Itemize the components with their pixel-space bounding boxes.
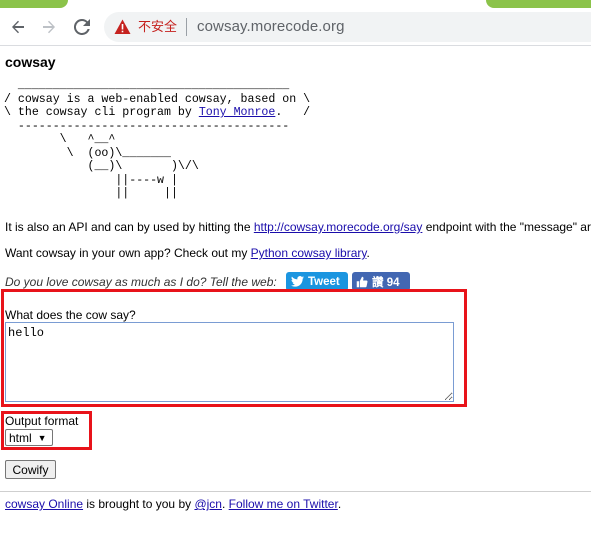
cow-say-label: What does the cow say? xyxy=(5,308,136,322)
library-text: Want cowsay in your own app? Check out m… xyxy=(5,246,251,260)
share-prompt: Do you love cowsay as much as I do? Tell… xyxy=(5,275,277,289)
address-bar[interactable]: 不安全 cowsay.morecode.org xyxy=(104,12,591,42)
cowsay-online-link[interactable]: cowsay Online xyxy=(5,497,83,511)
thumbs-up-icon xyxy=(356,276,368,287)
chevron-down-icon: ▼ xyxy=(37,432,47,443)
footer: cowsay Online is brought to you by @jcn.… xyxy=(5,497,341,511)
insecure-label[interactable]: 不安全 xyxy=(138,19,177,35)
cow-line: \ (oo)\_______ xyxy=(4,146,171,160)
library-paragraph: Want cowsay in your own app? Check out m… xyxy=(5,246,370,260)
api-link[interactable]: http://cowsay.morecode.org/say xyxy=(254,220,423,234)
forward-button[interactable] xyxy=(38,16,60,38)
reload-icon xyxy=(74,19,90,35)
api-text-tail: endpoint with the "message" ar xyxy=(422,220,591,234)
back-button[interactable] xyxy=(7,16,29,38)
cow-line: \ the cowsay cli program by xyxy=(4,106,199,119)
cow-line: (__)\ )\/\ xyxy=(4,160,199,173)
cow-line: --------------------------------------- xyxy=(4,119,290,133)
library-text-tail: . xyxy=(366,246,370,260)
footer-text: is brought to you by xyxy=(83,497,195,511)
url-text[interactable]: cowsay.morecode.org xyxy=(197,18,345,36)
footer-text: . xyxy=(337,497,342,511)
output-format-label: Output format xyxy=(5,414,79,428)
page-title: cowsay xyxy=(5,54,56,70)
warning-icon[interactable] xyxy=(114,19,131,35)
jcn-link[interactable]: @jcn xyxy=(194,497,222,511)
footer-divider xyxy=(0,491,591,492)
python-library-link[interactable]: Python cowsay library xyxy=(251,246,367,260)
forward-arrow-icon xyxy=(43,20,55,34)
back-arrow-icon xyxy=(12,20,24,34)
cow-ascii-art: _______________________________________ … xyxy=(4,79,310,201)
api-text: It is also an API and can by used by hit… xyxy=(5,220,254,234)
output-format-select[interactable]: html ▼ xyxy=(5,429,53,446)
twitter-follow-link[interactable]: Follow me on Twitter xyxy=(229,497,338,511)
tab-strip xyxy=(0,0,591,8)
api-paragraph: It is also an API and can by used by hit… xyxy=(5,220,591,234)
cow-line: . / xyxy=(275,106,311,119)
browser-tab-left[interactable] xyxy=(0,0,68,8)
tweet-label: Tweet xyxy=(308,275,340,288)
footer-text: . xyxy=(221,497,229,511)
cow-line: ||----w | xyxy=(4,173,178,187)
browser-tab-right[interactable] xyxy=(486,0,591,8)
cow-line: _______________________________________ xyxy=(4,79,290,92)
reload-button[interactable] xyxy=(71,16,93,38)
output-format-value: html xyxy=(9,430,32,445)
cow-line: || || xyxy=(4,187,178,200)
twitter-bird-icon xyxy=(291,276,304,287)
browser-toolbar: 不安全 cowsay.morecode.org xyxy=(0,8,591,46)
cow-say-textarea[interactable]: hello xyxy=(5,322,454,402)
address-separator xyxy=(186,18,187,36)
like-label: 讚 94 xyxy=(372,276,400,289)
cowify-button[interactable]: Cowify xyxy=(5,460,56,479)
cow-line: \ ^__^ xyxy=(4,133,116,146)
page-content: cowsay _________________________________… xyxy=(0,47,591,556)
cow-line: / cowsay is a web-enabled cowsay, based … xyxy=(4,92,311,106)
tony-monroe-link[interactable]: Tony Monroe xyxy=(199,106,276,119)
